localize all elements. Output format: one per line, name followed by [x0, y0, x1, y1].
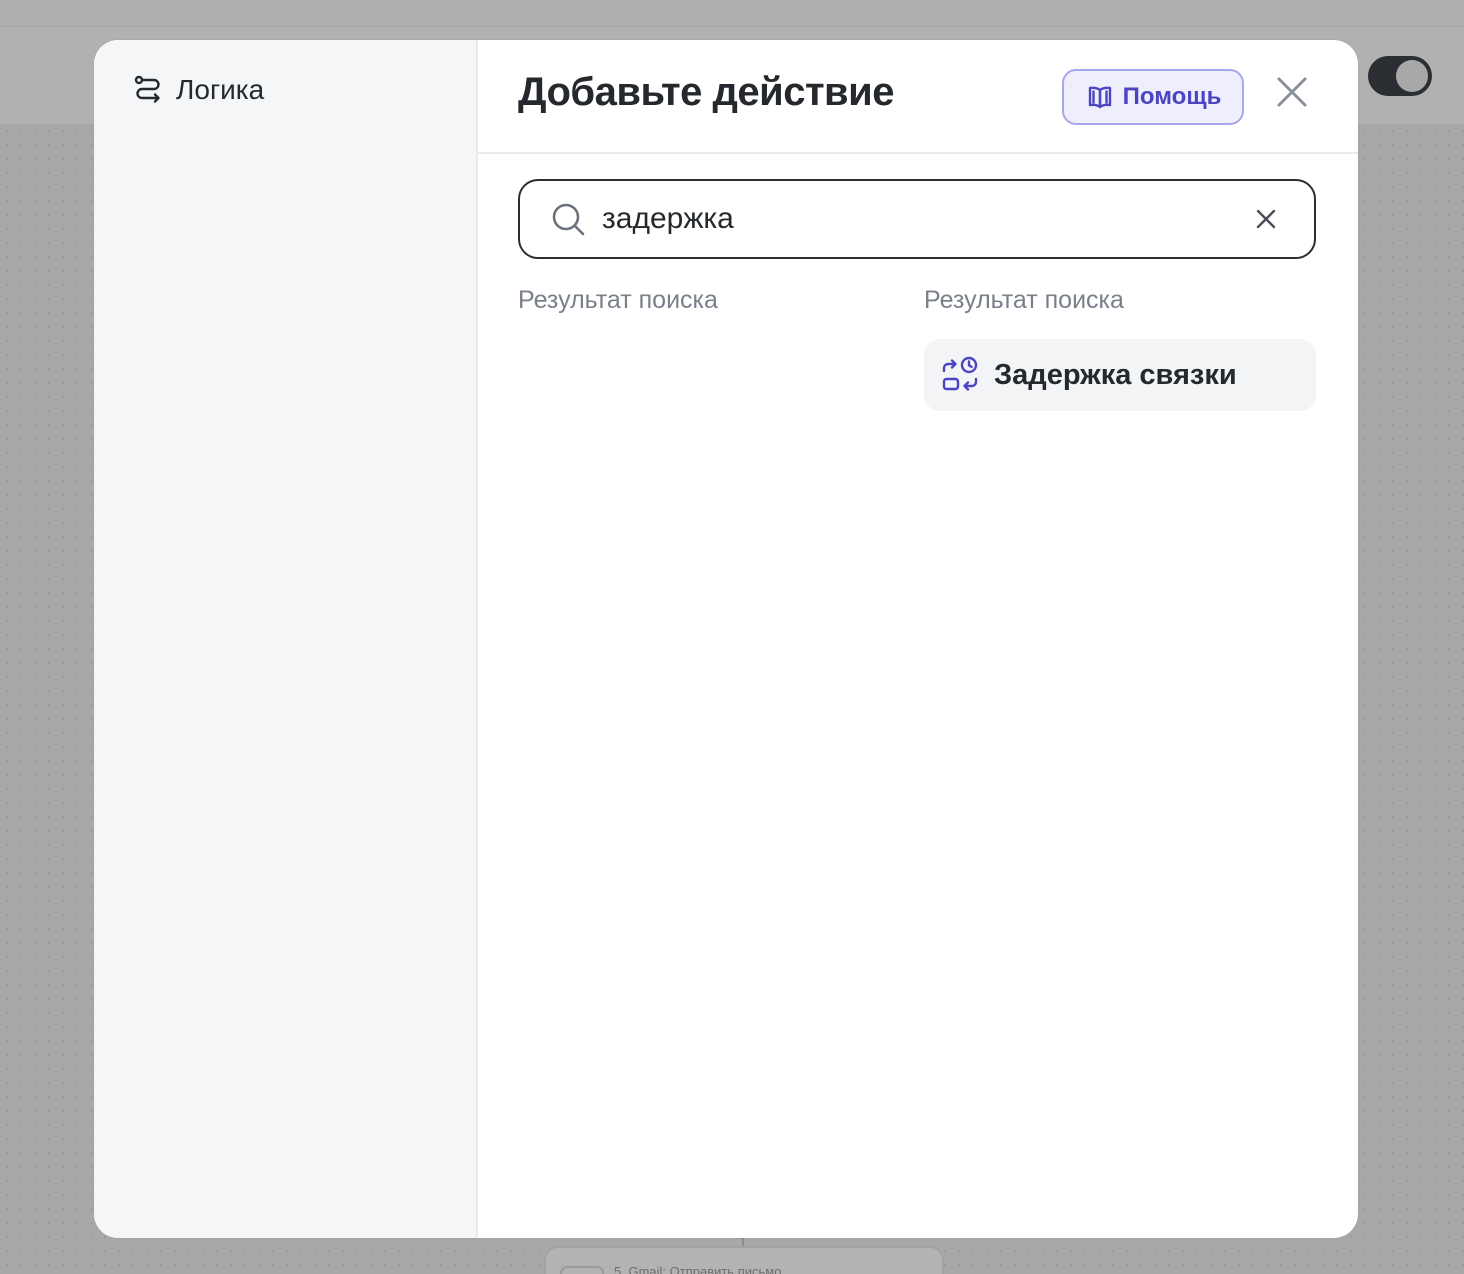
modal-title: Добавьте действие [518, 70, 894, 114]
search-results-label-left: Результат поиска [518, 286, 718, 314]
background-node-icon [560, 1266, 604, 1274]
main-panel: Добавьте действие Помощь задержка Резуль… [478, 40, 1358, 1238]
route-icon [132, 74, 164, 106]
delay-icon [940, 355, 980, 395]
clear-icon[interactable] [1252, 205, 1280, 233]
close-icon [1275, 75, 1309, 114]
sidebar-item-label: Логика [176, 74, 265, 105]
sidebar-item-logic[interactable]: Логика [132, 72, 476, 108]
help-button-label: Помощь [1122, 83, 1222, 110]
help-button[interactable]: Помощь [1062, 69, 1244, 125]
category-sidebar: Логика [94, 40, 478, 1238]
background-node-label: 5. Gmail: Отправить письмо [614, 1264, 782, 1274]
search-field[interactable] [518, 179, 1316, 259]
close-button[interactable] [1274, 76, 1310, 112]
background-toggle [1368, 56, 1432, 96]
search-icon [550, 201, 586, 237]
search-results-label-right: Результат поиска [924, 286, 1124, 314]
add-action-modal: Логика Добавьте действие Помощь задержка… [94, 40, 1358, 1238]
result-item-label: Задержка связки [994, 358, 1237, 391]
result-item-link-delay[interactable]: Задержка связки [924, 339, 1316, 411]
modal-header: Добавьте действие Помощь [478, 40, 1358, 154]
search-input[interactable] [602, 202, 1252, 236]
book-icon [1085, 82, 1115, 112]
